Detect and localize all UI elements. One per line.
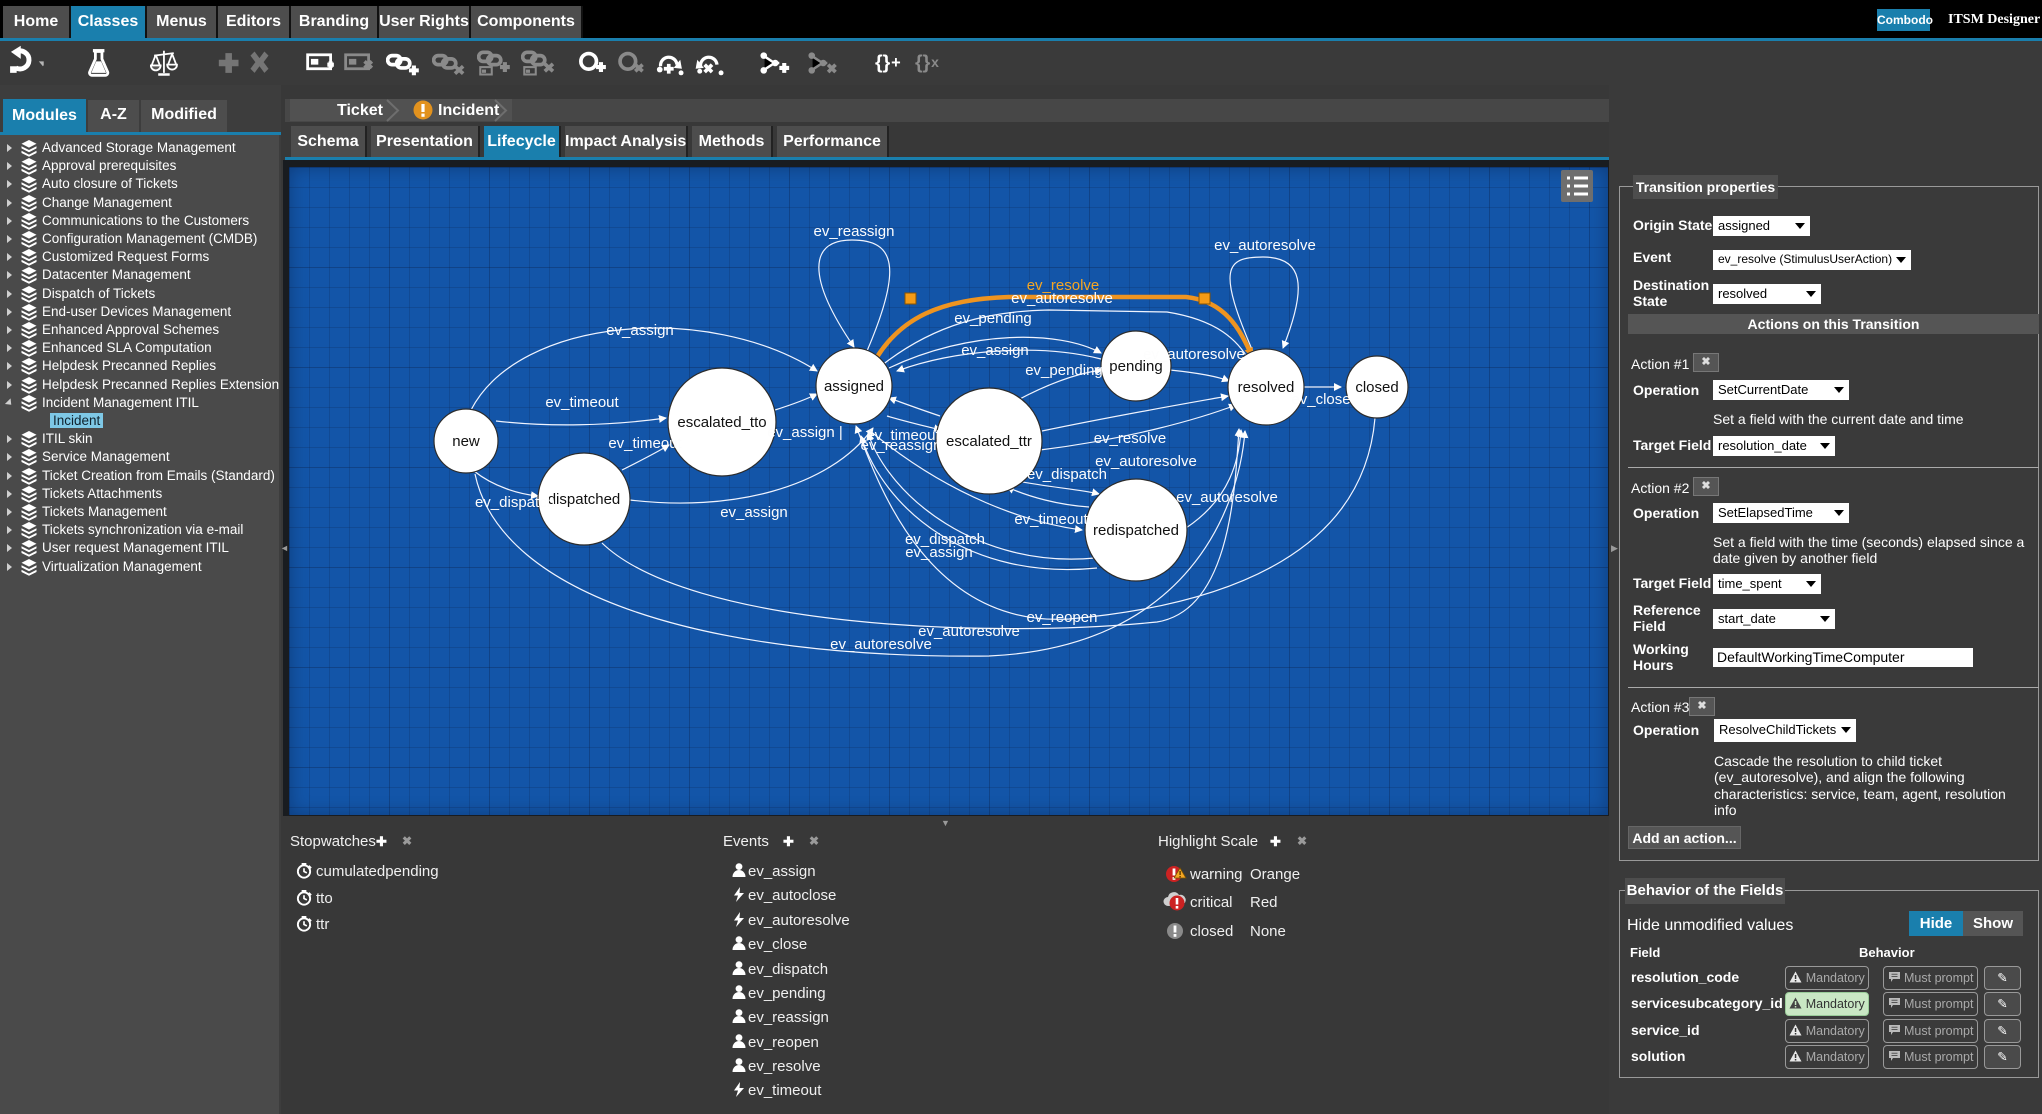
svg-text:closed: closed: [1355, 379, 1398, 396]
svg-text:dispatched: dispatched: [548, 491, 621, 508]
svg-text:ev_dispatch: ev_dispatch: [475, 494, 555, 511]
svg-text:ev_assign: ev_assign: [961, 342, 1029, 359]
svg-text:ev_timeout: ev_timeout: [608, 435, 682, 452]
svg-text:ev_autoresolve: ev_autoresolve: [830, 636, 932, 653]
svg-text:redispatched: redispatched: [1093, 522, 1179, 539]
svg-text:ev_resolve: ev_resolve: [1027, 277, 1100, 294]
svg-text:escalated_ttr: escalated_ttr: [946, 433, 1032, 450]
svg-text:ev_pending: ev_pending: [954, 310, 1032, 327]
svg-text:new: new: [452, 433, 480, 450]
svg-text:ev_autoresolve: ev_autoresolve: [1214, 237, 1316, 254]
svg-text:ev_close: ev_close: [1291, 391, 1350, 408]
svg-text:assigned: assigned: [824, 378, 884, 395]
svg-text:ev_assign: ev_assign: [606, 322, 674, 339]
svg-text:ev_resolve: ev_resolve: [1094, 430, 1167, 447]
svg-text:ev_autoresolve: ev_autoresolve: [918, 623, 1020, 640]
svg-text:ev_reopen: ev_reopen: [1027, 609, 1098, 626]
svg-text:ev_assign |: ev_assign |: [767, 424, 843, 441]
svg-text:ev_pending: ev_pending: [1025, 362, 1103, 379]
svg-text:ev_reassign: ev_reassign: [861, 437, 942, 454]
svg-text:ev_timeout: ev_timeout: [545, 394, 619, 411]
svg-text:ev_reassign: ev_reassign: [814, 223, 895, 240]
svg-text:ev_timeout: ev_timeout: [1014, 511, 1088, 528]
svg-text:resolved: resolved: [1238, 379, 1295, 396]
svg-text:ev_autoresolve: ev_autoresolve: [1095, 453, 1197, 470]
svg-text:ev_autoresolve: ev_autoresolve: [1143, 346, 1245, 363]
svg-text:ev_dispatch: ev_dispatch: [1027, 466, 1107, 483]
svg-text:ev_assign: ev_assign: [720, 504, 788, 521]
svg-text:escalated_tto: escalated_tto: [677, 414, 766, 431]
svg-text:ev_assign: ev_assign: [905, 544, 973, 561]
svg-text:ev_autoresolve: ev_autoresolve: [1176, 489, 1278, 506]
